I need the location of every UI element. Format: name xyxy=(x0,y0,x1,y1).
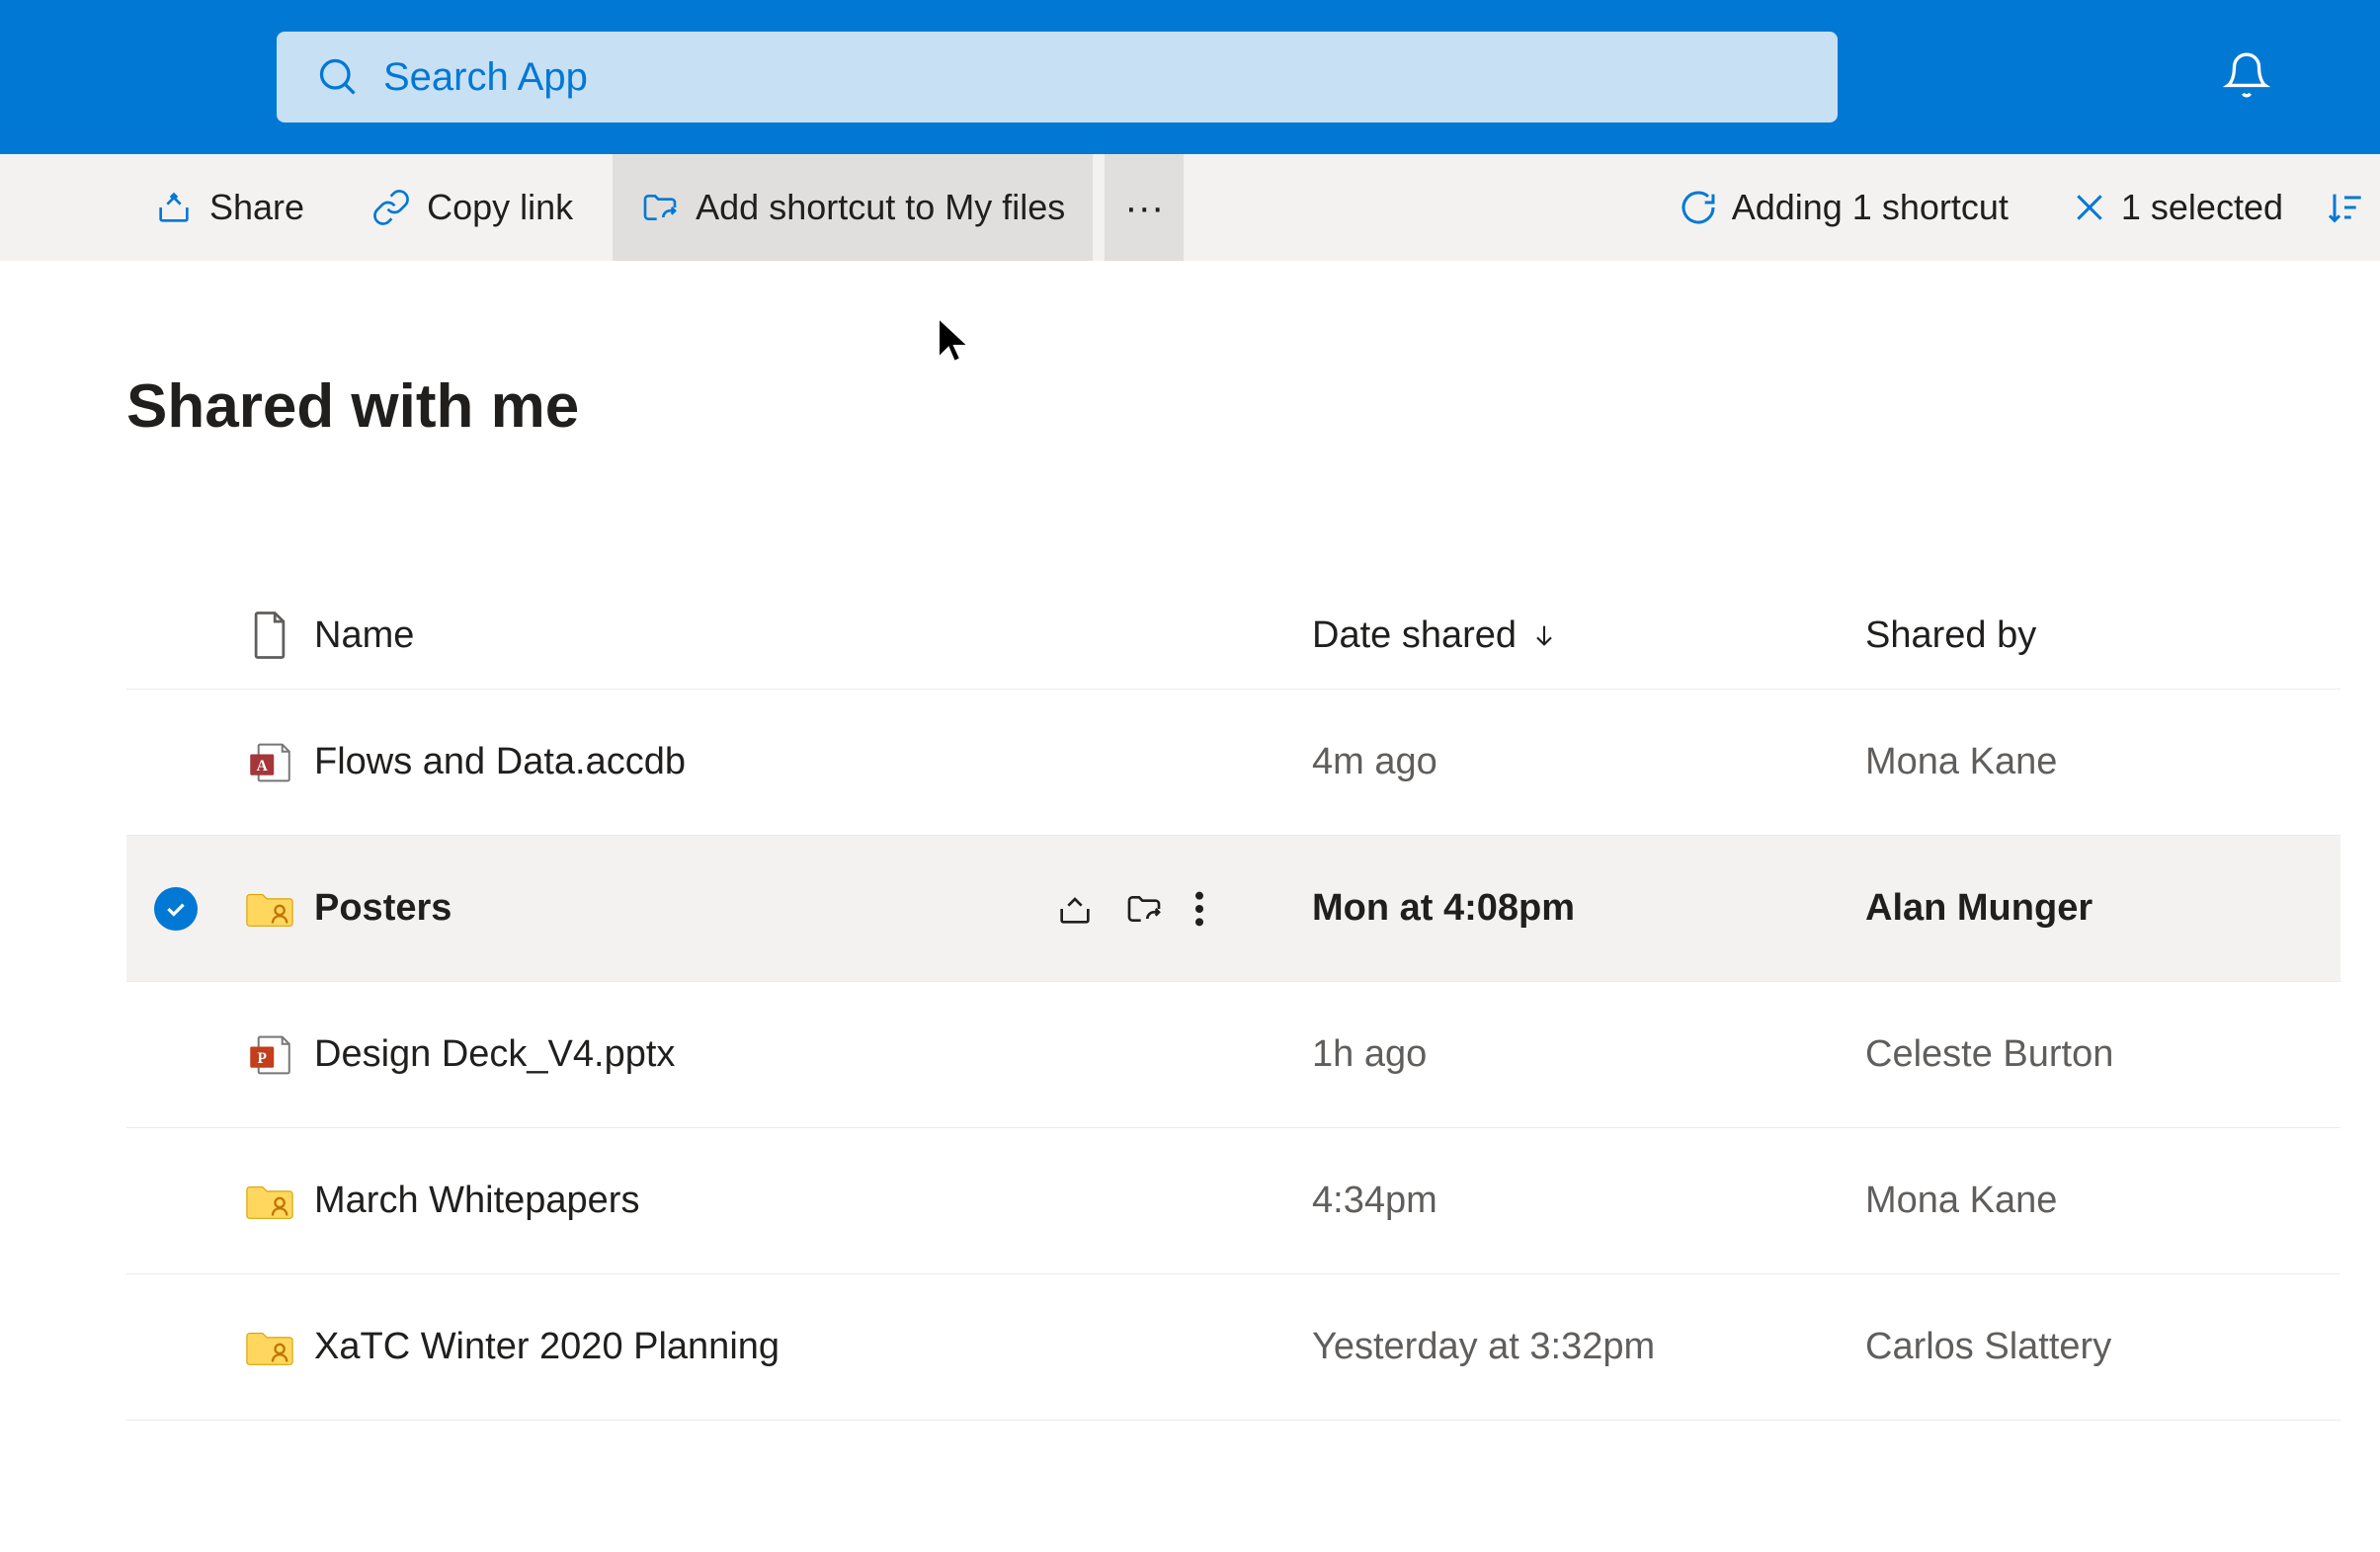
shared-folder-icon xyxy=(225,1180,314,1223)
adding-shortcut-status: Adding 1 shortcut xyxy=(1651,154,2036,261)
copy-link-label: Copy link xyxy=(427,187,573,228)
shared-folder-icon xyxy=(225,1326,314,1369)
link-icon xyxy=(371,188,411,227)
date-shared-cell: 4m ago xyxy=(1312,741,1865,783)
share-icon xyxy=(1055,889,1095,929)
app-header: Search App xyxy=(0,0,2380,154)
svg-text:A: A xyxy=(257,757,269,774)
table-header-row: Name Date shared Shared by xyxy=(126,610,2340,690)
file-list-table: Name Date shared Shared by A Flows and D… xyxy=(126,610,2340,1421)
shared-folder-icon xyxy=(225,887,314,931)
file-type-header-icon[interactable] xyxy=(225,610,314,661)
shared-by-cell: Mona Kane xyxy=(1865,741,2340,783)
page-title: Shared with me xyxy=(126,371,2340,442)
share-label: Share xyxy=(209,187,304,228)
clear-selection-button[interactable]: 1 selected xyxy=(2048,154,2305,261)
column-header-date[interactable]: Date shared xyxy=(1312,614,1865,657)
search-placeholder: Search App xyxy=(383,55,588,100)
row-more-button[interactable] xyxy=(1193,889,1205,929)
file-name[interactable]: XaTC Winter 2020 Planning xyxy=(314,1326,1055,1368)
more-label: ··· xyxy=(1124,186,1164,230)
more-actions-button[interactable]: ··· xyxy=(1105,154,1184,261)
file-icon xyxy=(249,610,290,661)
date-shared-cell: Mon at 4:08pm xyxy=(1312,887,1865,930)
cursor-icon xyxy=(935,314,974,366)
close-icon xyxy=(2070,188,2109,227)
shared-by-cell: Alan Munger xyxy=(1865,887,2340,930)
table-row[interactable]: P Design Deck_V4.pptx 1h agoCeleste Burto… xyxy=(126,982,2340,1128)
more-vertical-icon xyxy=(1193,889,1205,929)
file-name[interactable]: March Whitepapers xyxy=(314,1180,1055,1222)
column-header-sharedby[interactable]: Shared by xyxy=(1865,614,2340,657)
notifications-button[interactable] xyxy=(2202,50,2291,105)
folder-shortcut-icon xyxy=(640,188,680,227)
row-shortcut-button[interactable] xyxy=(1124,889,1164,929)
svg-text:P: P xyxy=(257,1049,267,1066)
table-row[interactable]: XaTC Winter 2020 Planning Yesterday at 3:… xyxy=(126,1274,2340,1421)
date-shared-cell: 4:34pm xyxy=(1312,1180,1865,1222)
arrow-down-icon xyxy=(1530,621,1558,649)
selected-label: 1 selected xyxy=(2121,187,2283,228)
table-row[interactable]: Posters Mon at 4:08pmAlan Mu xyxy=(126,836,2340,982)
table-row[interactable]: A Flows and Data.accdb 4m agoMona Kane xyxy=(126,690,2340,836)
search-box[interactable]: Search App xyxy=(277,32,1838,123)
table-row[interactable]: March Whitepapers 4:34pmMona Kane xyxy=(126,1128,2340,1274)
folder-shortcut-icon xyxy=(1124,889,1164,929)
sort-button[interactable] xyxy=(2317,154,2380,261)
share-icon xyxy=(154,188,194,227)
shared-by-cell: Celeste Burton xyxy=(1865,1033,2340,1076)
command-bar: Share Copy link Add shortcut to My files… xyxy=(0,154,2380,261)
access-icon: A xyxy=(225,739,314,786)
date-shared-cell: 1h ago xyxy=(1312,1033,1865,1076)
selection-check-icon[interactable] xyxy=(154,887,198,931)
share-button[interactable]: Share xyxy=(126,154,332,261)
shared-by-cell: Mona Kane xyxy=(1865,1180,2340,1222)
copy-link-button[interactable]: Copy link xyxy=(344,154,601,261)
powerpoint-icon: P xyxy=(225,1031,314,1079)
file-name[interactable]: Flows and Data.accdb xyxy=(314,741,1055,783)
date-shared-cell: Yesterday at 3:32pm xyxy=(1312,1326,1865,1368)
search-icon xyxy=(316,55,360,99)
add-shortcut-label: Add shortcut to My files xyxy=(696,187,1065,228)
refresh-icon xyxy=(1679,188,1718,227)
file-name[interactable]: Posters xyxy=(314,887,1055,930)
date-header-label: Date shared xyxy=(1312,614,1517,657)
column-header-name[interactable]: Name xyxy=(314,614,1055,657)
content-area: Shared with me Name Date shared Shared b… xyxy=(0,371,2380,1421)
add-shortcut-button[interactable]: Add shortcut to My files xyxy=(613,154,1093,261)
shared-by-cell: Carlos Slattery xyxy=(1865,1326,2340,1368)
status-label: Adding 1 shortcut xyxy=(1732,187,2009,228)
file-name[interactable]: Design Deck_V4.pptx xyxy=(314,1033,1055,1076)
sort-icon xyxy=(2325,188,2364,227)
bell-icon xyxy=(2222,50,2271,100)
row-share-button[interactable] xyxy=(1055,889,1095,929)
